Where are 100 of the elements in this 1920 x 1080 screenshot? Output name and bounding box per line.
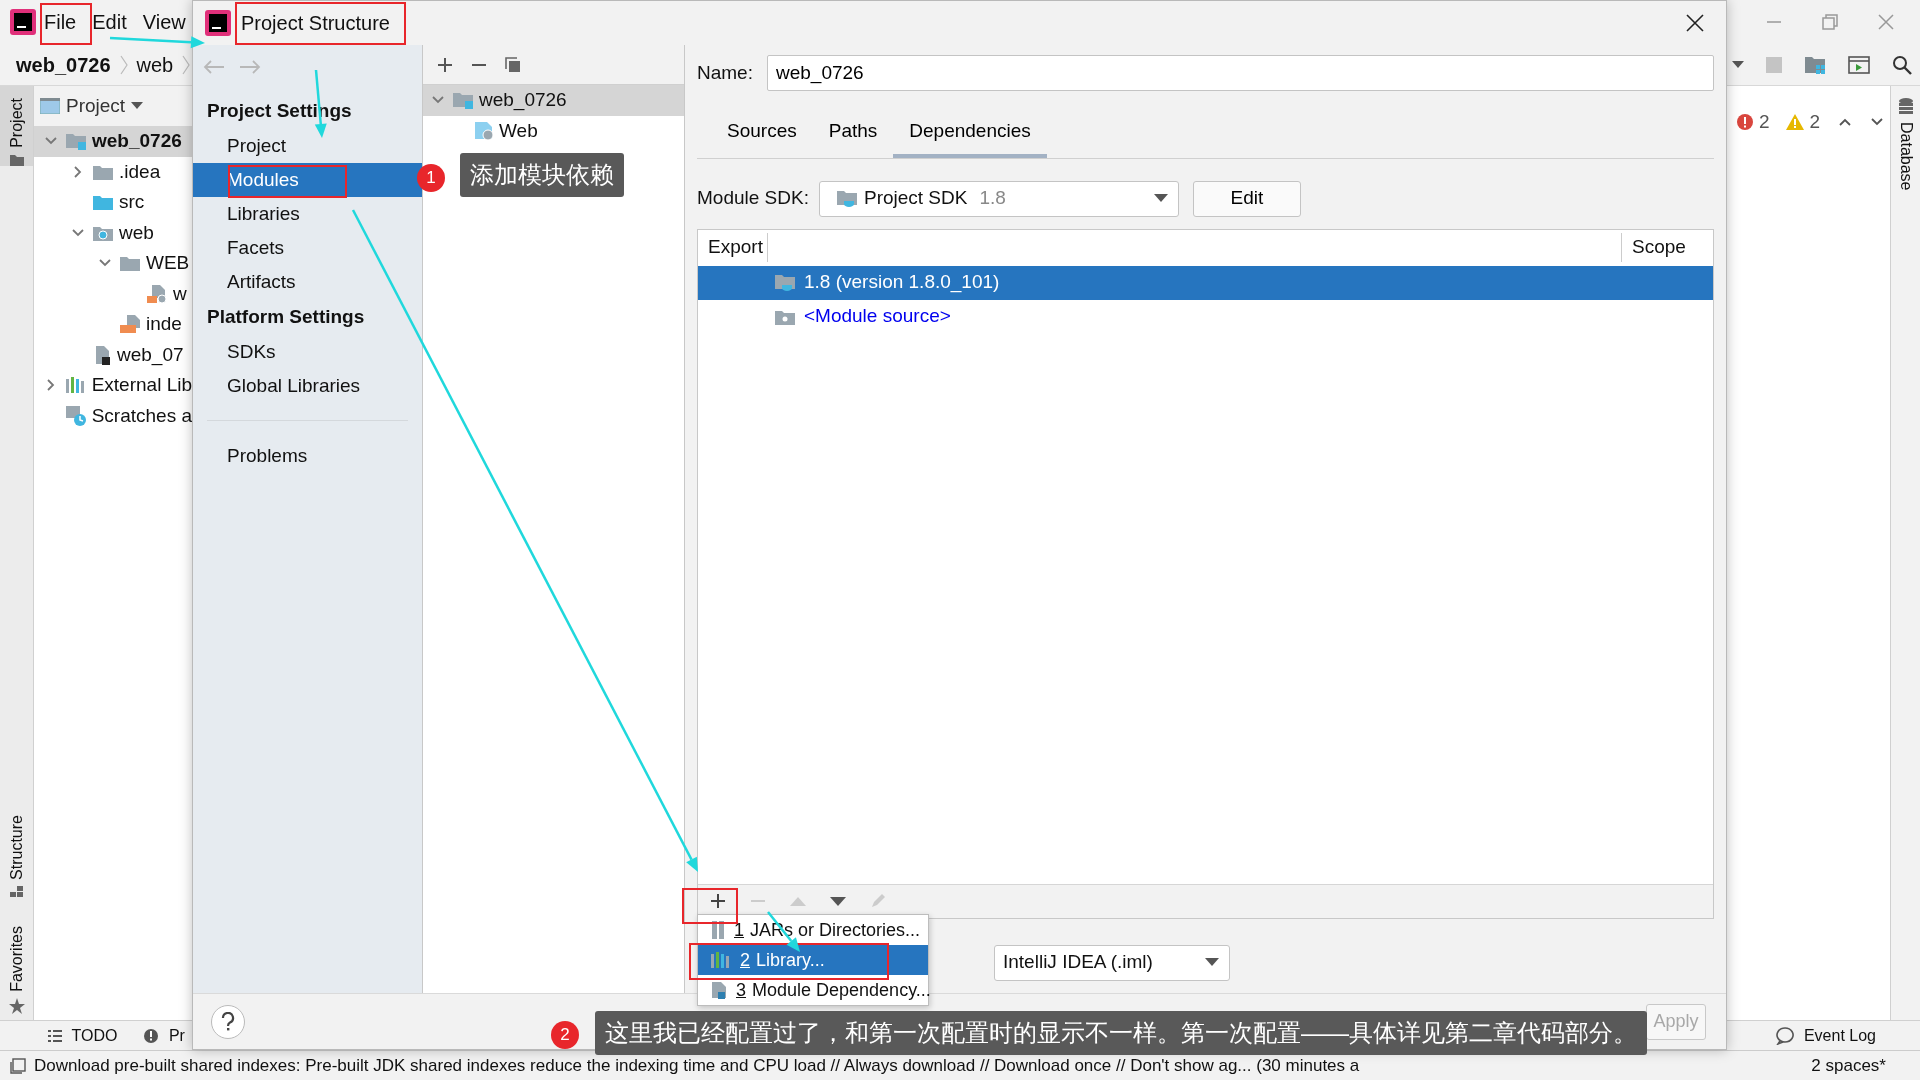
tree-item[interactable]: .idea [119,157,161,186]
highlight-frame [40,3,92,45]
list-icon [48,1029,62,1042]
menu-item[interactable]: View [134,7,194,37]
dependency-name: <Module source> [804,304,951,329]
search-icon[interactable] [1892,54,1912,75]
name-field[interactable]: web_0726 [766,55,1714,91]
breadcrumb[interactable]: web_0726 [16,49,111,80]
menu-item[interactable]: Edit [84,7,135,37]
callout-text: 添加模块依赖 [460,153,624,197]
tree-item[interactable]: web_07 [117,340,184,369]
copy-icon [505,56,521,73]
module-row[interactable]: web_0726 [423,85,684,116]
add-icon [710,893,726,909]
xml-file-icon [146,283,168,304]
nav-item[interactable]: Problems [193,439,422,473]
exclamation-icon [143,1027,160,1044]
tree-item[interactable]: web [119,218,154,247]
error-count: 2 [1759,110,1770,134]
indent-setting[interactable]: 2 spaces* [1811,1052,1886,1079]
jsp-file-icon [119,314,141,335]
status-message: Download pre-built shared indexes: Pre-built JDK shared indexes reduce the indexing time and CPU load // Always download // Download once // Don't show ag... (30 minutes a [34,1054,1361,1077]
tool-window-tab[interactable]: Structure [4,809,29,887]
chevron-down-icon[interactable] [71,227,85,238]
chevron-right-icon[interactable] [45,378,56,393]
nav-item[interactable]: Project [193,129,422,163]
library-icon [64,376,87,395]
menu-item[interactable]: File [36,7,85,37]
column-header: Export [698,233,768,262]
sdk-folder-icon [835,188,858,209]
error-icon [1737,114,1753,131]
tool-window-tab[interactable]: Database [1893,116,1918,191]
add-icon [437,56,453,73]
tab[interactable]: Paths [812,111,894,158]
nav-item[interactable]: Modules [193,163,422,197]
nav-item[interactable]: Facets [193,231,422,265]
remove-icon [471,62,487,67]
section-heading: Platform Settings [207,304,365,329]
edit-button[interactable]: Edit [1192,180,1301,217]
tool-window-tab[interactable]: Event Log [1803,1023,1876,1048]
nav-item[interactable]: SDKs [193,335,422,369]
sdk-version: 1.8 [979,186,1006,211]
column-header: Scope [1621,233,1713,262]
menu-item[interactable]: 2 Library... [698,945,928,975]
dropdown-caret-icon[interactable] [1732,60,1744,69]
highlight-frame [682,888,738,924]
tree-item: web_0726 [479,88,567,113]
close-icon[interactable] [1686,14,1704,32]
module-folder-icon [65,131,87,152]
tree-item[interactable]: src [119,188,145,217]
help-button[interactable] [211,1004,245,1039]
folder-icon [119,254,141,273]
nav-item[interactable]: Libraries [193,197,422,231]
dependency-row[interactable]: 1.8 (version 1.8.0_101) [698,265,1713,300]
nav-item[interactable]: Global Libraries [193,369,422,403]
project-structure-icon[interactable] [1804,54,1826,75]
chevron-right-icon [118,53,129,76]
app-logo-icon [10,9,36,35]
source-folder-icon [92,193,114,212]
database-icon [1897,98,1914,116]
dropdown-caret-icon [1205,958,1219,967]
sdk-folder-icon [774,272,796,293]
chevron-down-icon[interactable] [44,136,58,147]
dropdown-caret-icon[interactable] [131,102,144,110]
tool-window-tab[interactable]: Favorites [4,920,29,998]
dependency-row[interactable]: <Module source> [698,299,1713,334]
module-folder-icon [452,90,474,111]
nav-item[interactable]: Artifacts [193,265,422,299]
tree-item[interactable]: w [173,279,187,308]
chevron-down-icon[interactable] [431,95,445,106]
tree-item[interactable]: WEB [146,249,190,278]
field-label: Module SDK: [697,186,809,211]
restore-icon[interactable] [1822,14,1838,30]
tree-item[interactable]: External Lib [91,371,192,400]
chevron-down-icon[interactable] [98,258,112,269]
tree-item[interactable]: inde [146,310,182,339]
chevron-up-icon[interactable] [1838,117,1853,128]
run-window-icon[interactable] [1848,54,1870,75]
sdk-name: Project SDK [863,186,968,211]
breadcrumb[interactable]: web [136,49,174,80]
chevron-down-icon[interactable] [1870,117,1885,128]
warning-count: 2 [1809,110,1821,134]
module-row[interactable]: Web [423,115,684,146]
pencil-icon [870,893,886,909]
sdk-dropdown[interactable]: Project SDK 1.8 [818,180,1179,217]
tool-window-tab[interactable]: TODO [71,1023,118,1048]
tool-window-tab[interactable]: Pr [168,1023,185,1048]
format-dropdown[interactable]: IntelliJ IDEA (.iml) [994,944,1230,981]
tab[interactable]: Sources [711,111,813,158]
format-value: IntelliJ IDEA (.iml) [1003,950,1153,975]
dropdown-caret-icon [1153,194,1168,203]
tree-item[interactable]: Scratches a [91,401,192,430]
chevron-right-icon[interactable] [73,164,83,179]
web-facet-icon [474,120,494,141]
help-icon [221,1011,235,1032]
menu-item[interactable]: 3 Module Dependency... [698,975,928,1005]
status-icon[interactable] [10,1057,26,1074]
module-icon [710,981,728,999]
tab[interactable]: Dependencies [893,111,1047,158]
dependency-name: 1.8 (version 1.8.0_101) [804,270,1000,295]
